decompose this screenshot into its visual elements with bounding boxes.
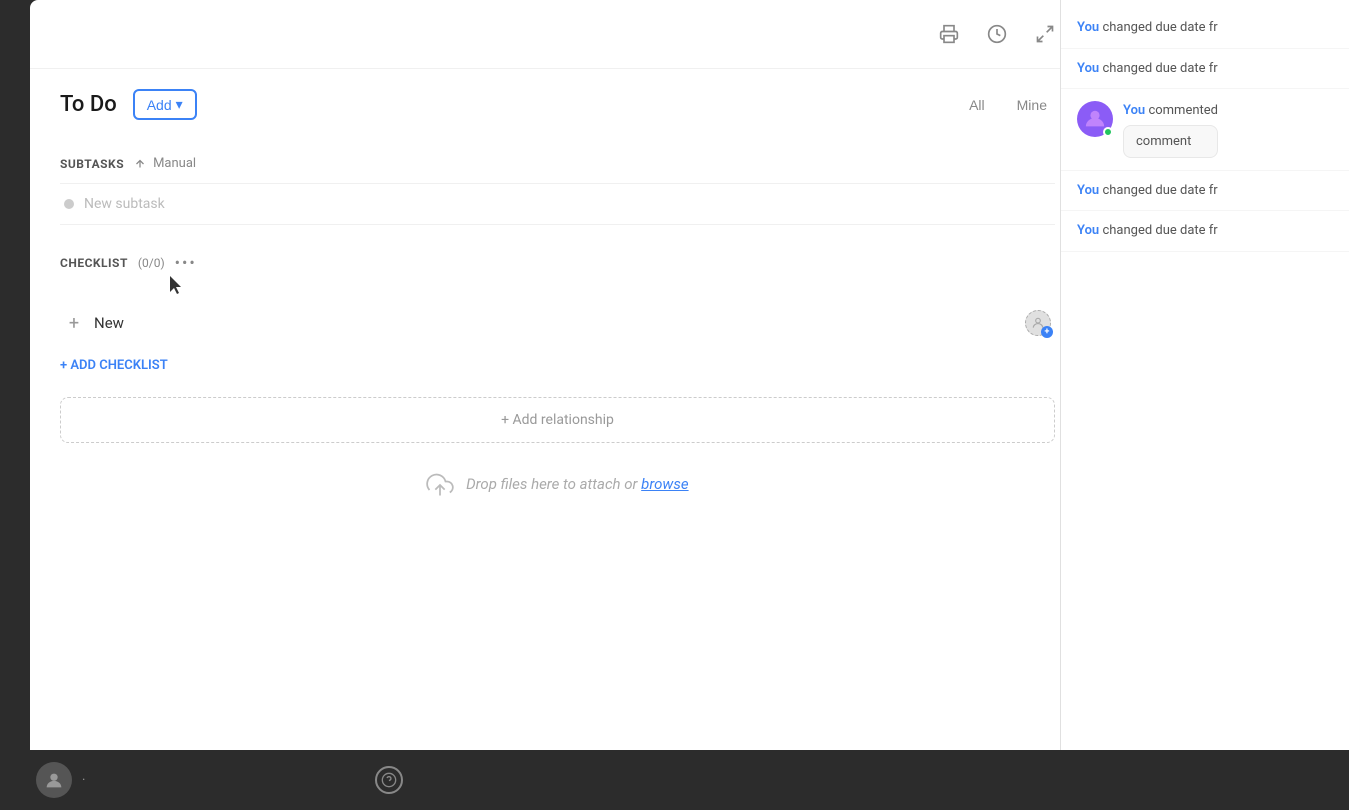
bottom-user-avatar bbox=[36, 762, 72, 798]
add-relationship-button[interactable]: + Add relationship bbox=[60, 397, 1055, 443]
activity-item: You changed due date fr bbox=[1061, 171, 1349, 212]
add-item-icon[interactable]: + bbox=[64, 313, 84, 334]
checklist-item: + New + bbox=[60, 304, 1055, 342]
expand-icon[interactable] bbox=[1029, 18, 1061, 50]
filter-all-button[interactable]: All bbox=[961, 93, 993, 117]
subtasks-title: SUBTASKS bbox=[60, 157, 124, 171]
right-panel: You changed due date fr You changed due … bbox=[1060, 0, 1349, 810]
activity-item: You changed due date fr bbox=[1061, 211, 1349, 252]
drop-files-area: Drop files here to attach or browse bbox=[60, 451, 1055, 519]
history-icon[interactable] bbox=[981, 18, 1013, 50]
activity-list: You changed due date fr You changed due … bbox=[1061, 0, 1349, 750]
you-label: You bbox=[1077, 61, 1099, 76]
subtasks-header: SUBTASKS Manual bbox=[60, 156, 1055, 171]
divider-2 bbox=[60, 224, 1055, 225]
browse-link[interactable]: browse bbox=[641, 475, 688, 493]
drop-files-text: Drop files here to attach or bbox=[466, 475, 641, 493]
bottom-bar: · bbox=[0, 750, 1349, 810]
sort-label[interactable]: Manual bbox=[134, 156, 196, 171]
new-subtask-row: New subtask bbox=[60, 188, 1055, 220]
subtask-input[interactable]: New subtask bbox=[84, 196, 165, 212]
assign-plus-icon: + bbox=[1041, 326, 1053, 338]
checklist-more-icon[interactable]: ••• bbox=[175, 253, 197, 272]
online-status-dot bbox=[1103, 127, 1113, 137]
filter-mine-button[interactable]: Mine bbox=[1009, 93, 1055, 117]
checklist-section: CHECKLIST (0/0) ••• + New + bbox=[60, 253, 1055, 519]
task-title: To Do bbox=[60, 92, 117, 117]
bottom-label: · bbox=[82, 773, 85, 788]
you-label: You bbox=[1077, 223, 1099, 238]
comment-activity-row: You commented comment bbox=[1061, 89, 1349, 171]
subtasks-divider bbox=[60, 183, 1055, 184]
you-label: You bbox=[1077, 20, 1099, 35]
activity-item: You changed due date fr bbox=[1061, 8, 1349, 49]
comment-bubble: comment bbox=[1123, 125, 1218, 158]
checklist-item-text[interactable]: New bbox=[94, 314, 1015, 332]
cursor-indicator bbox=[170, 276, 1055, 300]
assign-user-button[interactable]: + bbox=[1025, 310, 1051, 336]
checklist-header: CHECKLIST (0/0) ••• bbox=[60, 253, 1055, 272]
print-icon[interactable] bbox=[933, 18, 965, 50]
checklist-count: (0/0) bbox=[138, 256, 165, 270]
task-header: To Do Add ▾ All Mine bbox=[30, 69, 1085, 130]
subtask-bullet bbox=[64, 199, 74, 209]
add-checklist-link[interactable]: + ADD CHECKLIST bbox=[60, 358, 168, 373]
main-panel: To Do Add ▾ All Mine SUBTASKS Manual bbox=[30, 0, 1085, 810]
add-button[interactable]: Add ▾ bbox=[133, 89, 197, 120]
you-label: You bbox=[1077, 183, 1099, 198]
content-area: SUBTASKS Manual New subtask CHECKLIST (0… bbox=[30, 130, 1085, 810]
filter-area: All Mine bbox=[961, 93, 1055, 117]
help-icon[interactable] bbox=[375, 766, 403, 794]
you-label: You bbox=[1123, 103, 1145, 118]
toolbar bbox=[30, 0, 1085, 69]
avatar-container bbox=[1077, 101, 1113, 137]
activity-item: You changed due date fr bbox=[1061, 49, 1349, 90]
checklist-title: CHECKLIST bbox=[60, 256, 128, 270]
